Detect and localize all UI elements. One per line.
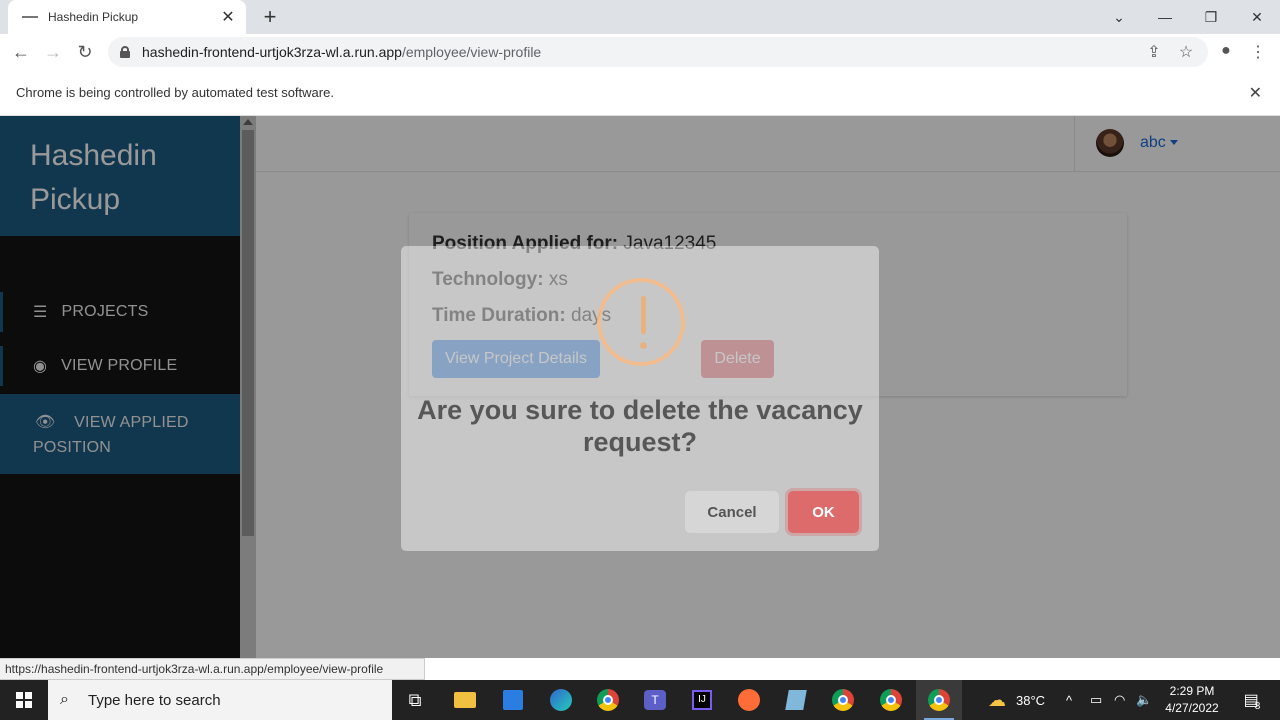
teams-icon[interactable]: T xyxy=(632,680,678,720)
start-button[interactable] xyxy=(0,680,48,720)
store-icon[interactable] xyxy=(490,680,536,720)
forward-arrow-icon[interactable]: → xyxy=(40,39,66,65)
intellij-icon[interactable]: IJ xyxy=(679,680,725,720)
chrome-icon[interactable] xyxy=(585,680,631,720)
modal-title: Are you sure to delete the vacancy reque… xyxy=(417,395,863,457)
share-icon[interactable]: ⇪ xyxy=(1144,42,1164,62)
bookmark-star-icon[interactable]: ☆ xyxy=(1176,42,1196,62)
ok-button[interactable]: OK xyxy=(788,491,859,533)
edge-icon[interactable] xyxy=(538,680,584,720)
new-tab-button[interactable]: + xyxy=(258,3,282,31)
url-path: /employee/view-profile xyxy=(401,44,542,60)
back-arrow-icon[interactable]: ← xyxy=(8,39,34,65)
lock-icon[interactable] xyxy=(120,46,130,58)
file-explorer-icon[interactable] xyxy=(442,680,488,720)
taskbar-search[interactable]: ⌕ Type here to search xyxy=(48,680,392,720)
wifi-icon[interactable]: ◠ xyxy=(1114,680,1125,720)
windows-taskbar: ⌕ Type here to search ⧉ T IJ ☁ 38°C ^ ▭ … xyxy=(0,680,1280,720)
cancel-button[interactable]: Cancel xyxy=(685,491,779,533)
notes-app-icon[interactable] xyxy=(773,680,819,720)
taskbar-clock[interactable]: 2:29 PM 4/27/2022 xyxy=(1160,683,1224,717)
tab-close-icon[interactable]: ✕ xyxy=(220,7,236,27)
warning-dot xyxy=(640,342,647,349)
browser-tabstrip: Hashedin Pickup ✕ + ⌄ — ❐ ✕ xyxy=(0,0,1280,34)
minimize-button[interactable]: — xyxy=(1142,0,1188,34)
browser-toolbar: ← → ↻ hashedin-frontend-urtjok3rza-wl.a.… xyxy=(0,34,1280,70)
task-view-icon[interactable]: ⧉ xyxy=(392,680,438,720)
notification-center-icon[interactable]: ▤ 8 xyxy=(1238,680,1266,720)
tab-loading-icon xyxy=(22,16,38,18)
automation-infobar: Chrome is being controlled by automated … xyxy=(0,70,1280,116)
profile-icon[interactable]: ● xyxy=(1216,42,1236,60)
postman-icon[interactable] xyxy=(726,680,772,720)
restore-button[interactable]: ❐ xyxy=(1188,0,1234,34)
show-hidden-icons-chevron-icon[interactable]: ^ xyxy=(1066,680,1072,720)
tab-search-chevron-icon[interactable]: ⌄ xyxy=(1096,0,1142,34)
reload-icon[interactable]: ↻ xyxy=(72,39,98,65)
chrome-icon[interactable] xyxy=(868,680,914,720)
chrome-icon[interactable] xyxy=(820,680,866,720)
tab-title: Hashedin Pickup xyxy=(48,10,139,24)
browser-tab[interactable]: Hashedin Pickup ✕ xyxy=(8,0,246,34)
windows-logo-icon xyxy=(16,692,32,708)
menu-dots-icon[interactable]: ⋮ xyxy=(1248,42,1268,62)
clock-date: 4/27/2022 xyxy=(1165,701,1219,715)
volume-icon[interactable]: 🔈 xyxy=(1136,680,1152,720)
url-host: hashedin-frontend-urtjok3rza-wl.a.run.ap… xyxy=(142,44,402,60)
warning-bar xyxy=(641,296,646,334)
close-window-button[interactable]: ✕ xyxy=(1234,0,1280,34)
temperature: 38°C xyxy=(1016,692,1046,708)
infobar-text: Chrome is being controlled by automated … xyxy=(16,85,334,100)
clock-time: 2:29 PM xyxy=(1169,684,1215,698)
search-placeholder: Type here to search xyxy=(88,691,221,709)
notification-count: 8 xyxy=(1254,700,1261,712)
confirm-delete-modal: Are you sure to delete the vacancy reque… xyxy=(401,246,879,551)
battery-icon[interactable]: ▭ xyxy=(1090,680,1102,720)
weather-widget[interactable]: ☁ 38°C xyxy=(988,680,1045,720)
infobar-close-icon[interactable]: ✕ xyxy=(1249,83,1262,103)
status-url: https://hashedin-frontend-urtjok3rza-wl.… xyxy=(0,658,425,680)
warning-icon xyxy=(597,278,685,366)
chrome-active-icon[interactable] xyxy=(916,680,962,720)
weather-cloud-sun-icon: ☁ xyxy=(988,689,1006,710)
address-bar[interactable]: hashedin-frontend-urtjok3rza-wl.a.run.ap… xyxy=(108,37,1208,67)
search-icon: ⌕ xyxy=(60,691,69,708)
